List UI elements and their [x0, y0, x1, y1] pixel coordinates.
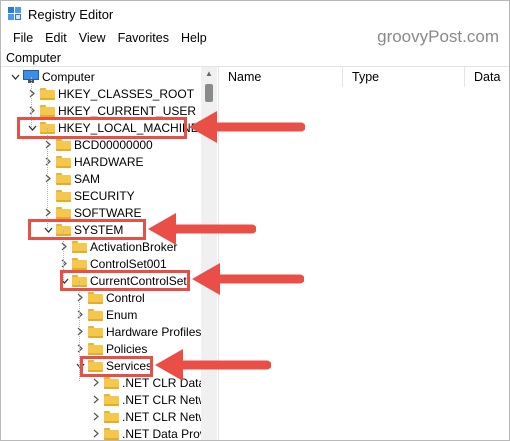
chevron-right-icon[interactable]	[74, 289, 86, 306]
tree-item-label: SOFTWARE	[74, 205, 142, 220]
menu-favorites[interactable]: Favorites	[112, 31, 175, 45]
tree-item-label: HKEY_CLASSES_ROOT	[58, 86, 195, 101]
tree-item-hardware-profiles[interactable]: Hardware Profiles	[74, 323, 201, 340]
tree-item-policies[interactable]: Policies	[74, 340, 147, 357]
column-header-type[interactable]: Type	[343, 67, 465, 87]
tree-item-label: SECURITY	[74, 188, 135, 203]
tree-item-sam[interactable]: SAM	[42, 170, 100, 187]
scroll-thumb[interactable]	[205, 84, 213, 102]
tree-item-label: Enum	[106, 307, 138, 322]
folder-icon	[88, 342, 103, 355]
folder-icon	[40, 104, 55, 117]
chevron-down-icon[interactable]	[9, 68, 21, 85]
chevron-right-icon[interactable]	[74, 340, 86, 357]
tree-item-label: HARDWARE	[74, 154, 144, 169]
folder-icon	[56, 155, 71, 168]
tree-item-net-clr-networking[interactable]: .NET CLR Networking	[90, 391, 201, 408]
tree-item-net-clr-networking-4-0-0-0[interactable]: .NET CLR Networking 4.0.0.0	[90, 408, 201, 425]
tree-item-label: Computer	[42, 69, 95, 84]
tree-item-label: HKEY_CURRENT_USER	[58, 103, 197, 118]
menu-file[interactable]: File	[7, 31, 39, 45]
arrow-icon	[189, 111, 305, 143]
chevron-right-icon[interactable]	[58, 238, 70, 255]
tree-item-label: Control	[106, 290, 145, 305]
folder-icon	[104, 427, 119, 440]
folder-icon	[56, 172, 71, 185]
tree-item-label: .NET Data Provider for Oracle	[122, 426, 201, 441]
folder-icon	[104, 376, 119, 389]
no-chevron	[42, 187, 54, 204]
title-bar: Registry Editor	[1, 1, 509, 27]
chevron-right-icon[interactable]	[74, 306, 86, 323]
registry-editor-icon	[8, 7, 22, 21]
folder-icon	[56, 189, 71, 202]
address-bar[interactable]: Computer	[1, 49, 509, 67]
highlight-hkey-local-machine	[17, 117, 187, 139]
menu-help[interactable]: Help	[175, 31, 213, 45]
folder-icon	[72, 240, 87, 253]
highlight-system	[28, 219, 146, 240]
tree-item-label: ControlSet001	[90, 256, 167, 271]
highlight-currentcontrolset	[60, 270, 190, 291]
folder-icon	[104, 410, 119, 423]
tree-item-label: BCD00000000	[74, 137, 153, 152]
folder-icon	[56, 138, 71, 151]
tree-item-hkey-classes-root[interactable]: HKEY_CLASSES_ROOT	[26, 85, 194, 102]
arrow-icon	[155, 349, 271, 381]
watermark: groovyPost.com	[377, 27, 499, 46]
tree-item-label: .NET CLR Networking 4.0.0.0	[122, 409, 201, 424]
scroll-up-arrow-icon[interactable]: ▲	[201, 69, 217, 81]
registry-editor-window: Registry Editor File Edit View Favorites…	[0, 0, 510, 441]
menu-bar: File Edit View Favorites Help	[1, 27, 213, 49]
column-header-name[interactable]: Name	[219, 67, 343, 87]
window-title: Registry Editor	[28, 6, 114, 22]
address-path: Computer	[6, 50, 61, 65]
folder-icon	[88, 308, 103, 321]
folder-icon	[88, 325, 103, 338]
folder-icon	[72, 257, 87, 270]
highlight-services	[80, 356, 153, 377]
tree-item-enum[interactable]: Enum	[74, 306, 137, 323]
menu-edit[interactable]: Edit	[39, 31, 73, 45]
tree-item-label: Policies	[106, 341, 148, 356]
folder-icon	[40, 87, 55, 100]
arrow-icon	[192, 263, 304, 295]
tree-item-label: .NET CLR Networking	[122, 392, 201, 407]
folder-icon	[88, 291, 103, 304]
tree-item-security[interactable]: SECURITY	[42, 187, 135, 204]
tree-item-hardware[interactable]: HARDWARE	[42, 153, 144, 170]
arrow-icon	[148, 213, 256, 245]
column-header-data[interactable]: Data	[465, 67, 509, 87]
chevron-right-icon[interactable]	[42, 153, 54, 170]
tree-item-label: Hardware Profiles	[106, 324, 201, 339]
tree-item-net-data-provider-for-oracle[interactable]: .NET Data Provider for Oracle	[90, 425, 201, 441]
chevron-right-icon[interactable]	[90, 425, 102, 440]
menu-view[interactable]: View	[73, 31, 112, 45]
tree-item-control[interactable]: Control	[74, 289, 145, 306]
tree-item-computer[interactable]: Computer	[9, 68, 95, 85]
tree-item-label: SAM	[74, 171, 101, 186]
chevron-right-icon[interactable]	[42, 170, 54, 187]
chevron-right-icon[interactable]	[90, 408, 102, 425]
folder-icon	[104, 393, 119, 406]
chevron-right-icon[interactable]	[26, 85, 38, 102]
folder-icon	[56, 206, 71, 219]
tree-connector-line	[47, 128, 48, 228]
chevron-right-icon[interactable]	[74, 323, 86, 340]
chevron-right-icon[interactable]	[90, 391, 102, 408]
